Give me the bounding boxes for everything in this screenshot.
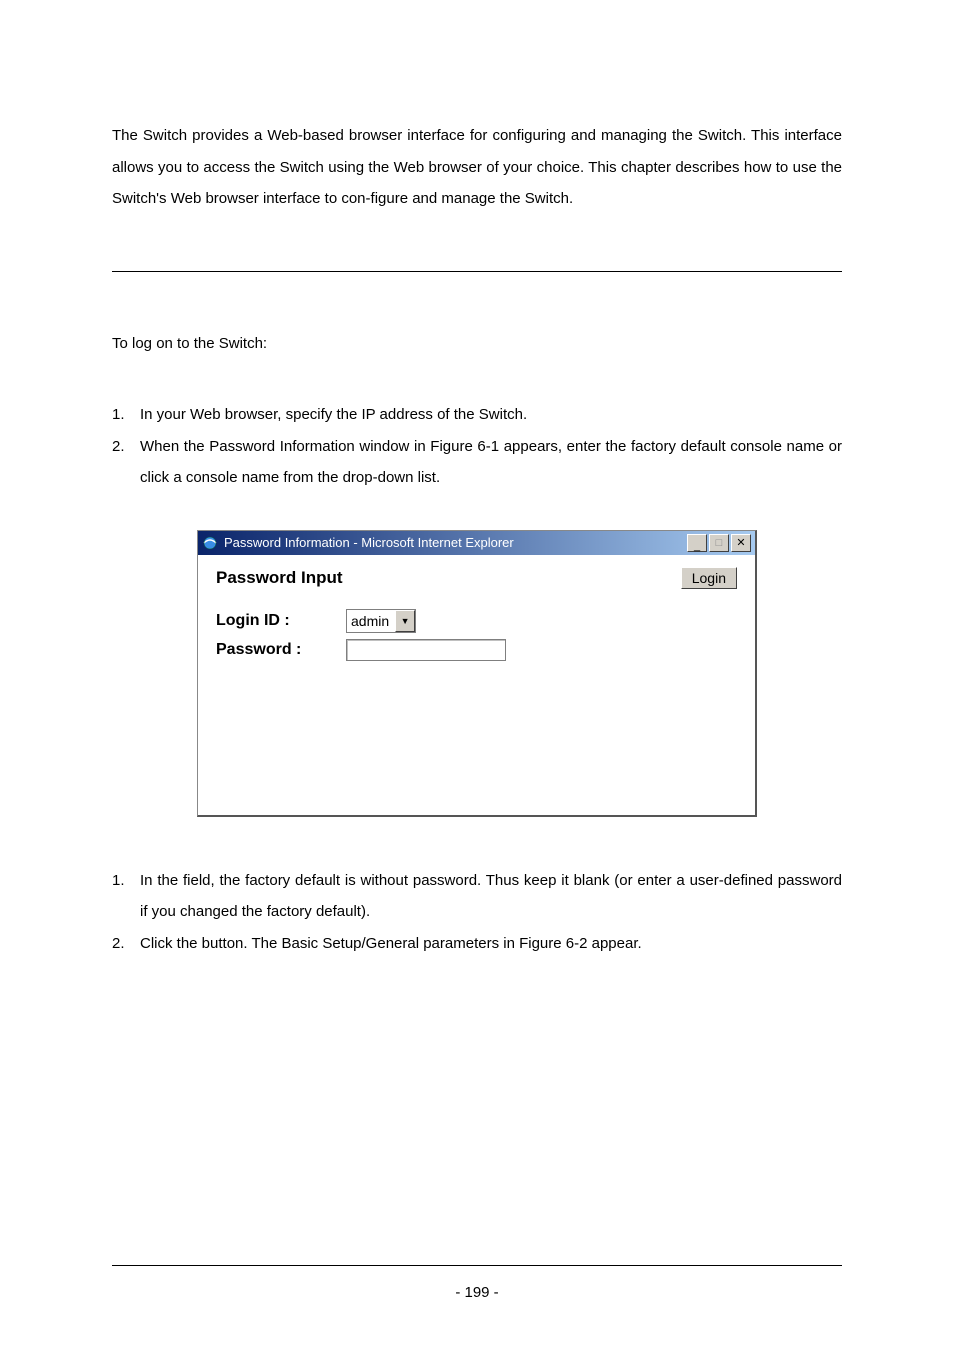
login-id-value: admin	[347, 613, 395, 629]
list-item: 2. Click the button. The Basic Setup/Gen…	[112, 928, 842, 960]
chevron-down-icon[interactable]: ▼	[395, 610, 415, 632]
steps-list-1: 1. In your Web browser, specify the IP a…	[112, 399, 842, 494]
close-button[interactable]: ✕	[731, 534, 751, 552]
ie-icon	[202, 535, 218, 551]
list-text: Click the button. The Basic Setup/Genera…	[140, 928, 842, 960]
list-number: 2.	[112, 431, 140, 494]
window-titlebar: Password Information - Microsoft Interne…	[198, 531, 755, 555]
login-intro: To log on to the Switch:	[112, 328, 842, 360]
minimize-button[interactable]: _	[687, 534, 707, 552]
intro-paragraph: The Switch provides a Web-based browser …	[112, 120, 842, 215]
steps-list-2: 1. In the field, the factory default is …	[112, 865, 842, 960]
window-title: Password Information - Microsoft Interne…	[224, 535, 687, 550]
login-id-label: Login ID :	[216, 612, 346, 630]
list-text: In your Web browser, specify the IP addr…	[140, 399, 842, 431]
list-item: 2. When the Password Information window …	[112, 431, 842, 494]
login-id-select[interactable]: admin ▼	[346, 609, 416, 633]
password-window: Password Information - Microsoft Interne…	[197, 530, 757, 817]
form-heading: Password Input	[216, 568, 681, 588]
password-input[interactable]	[346, 639, 506, 661]
password-label: Password :	[216, 641, 346, 659]
list-number: 2.	[112, 928, 140, 960]
list-item: 1. In the field, the factory default is …	[112, 865, 842, 928]
list-number: 1.	[112, 865, 140, 928]
login-button[interactable]: Login	[681, 567, 737, 589]
list-text: In the field, the factory default is wit…	[140, 865, 842, 928]
list-item: 1. In your Web browser, specify the IP a…	[112, 399, 842, 431]
list-text: When the Password Information window in …	[140, 431, 842, 494]
maximize-button[interactable]: □	[709, 534, 729, 552]
page-number: - 199 -	[0, 1265, 954, 1301]
divider	[112, 271, 842, 272]
list-number: 1.	[112, 399, 140, 431]
